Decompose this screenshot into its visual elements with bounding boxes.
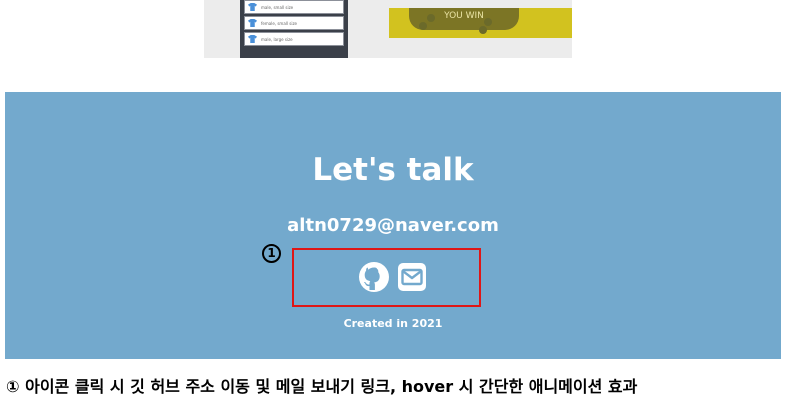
list-item-label: male, large size: [261, 36, 293, 42]
preview-option-list: male, small size female, small size male…: [244, 0, 344, 48]
project-preview-strip: male, small size female, small size male…: [204, 0, 572, 58]
list-item[interactable]: male, large size: [244, 32, 344, 46]
confetti-icon: [479, 26, 487, 34]
list-item-label: female, small size: [261, 20, 298, 26]
confetti-icon: [419, 22, 427, 30]
github-icon: [359, 262, 389, 292]
annotation-marker: 1: [262, 244, 281, 263]
confetti-icon: [484, 18, 492, 26]
shirt-icon: [248, 19, 257, 27]
contact-icon-row: [5, 261, 781, 293]
contact-title: Let's talk: [312, 152, 474, 188]
page: male, small size female, small size male…: [0, 0, 787, 405]
shirt-icon: [248, 3, 257, 11]
shirt-icon: [248, 35, 257, 43]
contact-footer: Created in 2021: [343, 317, 443, 330]
list-item-label: male, small size: [261, 4, 294, 10]
list-item[interactable]: female, small size: [244, 16, 344, 30]
annotation-caption: ① 아이콘 클릭 시 깃 허브 주소 이동 및 메일 보내기 링크, hover…: [6, 377, 638, 396]
github-link[interactable]: [358, 261, 390, 293]
email-link[interactable]: [396, 261, 428, 293]
envelope-icon: [398, 263, 426, 291]
preview-phone-right: YOU WIN: [389, 8, 572, 38]
contact-email: altn0729@naver.com: [287, 215, 499, 236]
preview-phone-left: male, small size female, small size male…: [240, 0, 348, 58]
confetti-icon: [427, 14, 435, 22]
list-item[interactable]: male, small size: [244, 0, 344, 14]
contact-section: Let's talk altn0729@naver.com Created in…: [5, 92, 781, 359]
